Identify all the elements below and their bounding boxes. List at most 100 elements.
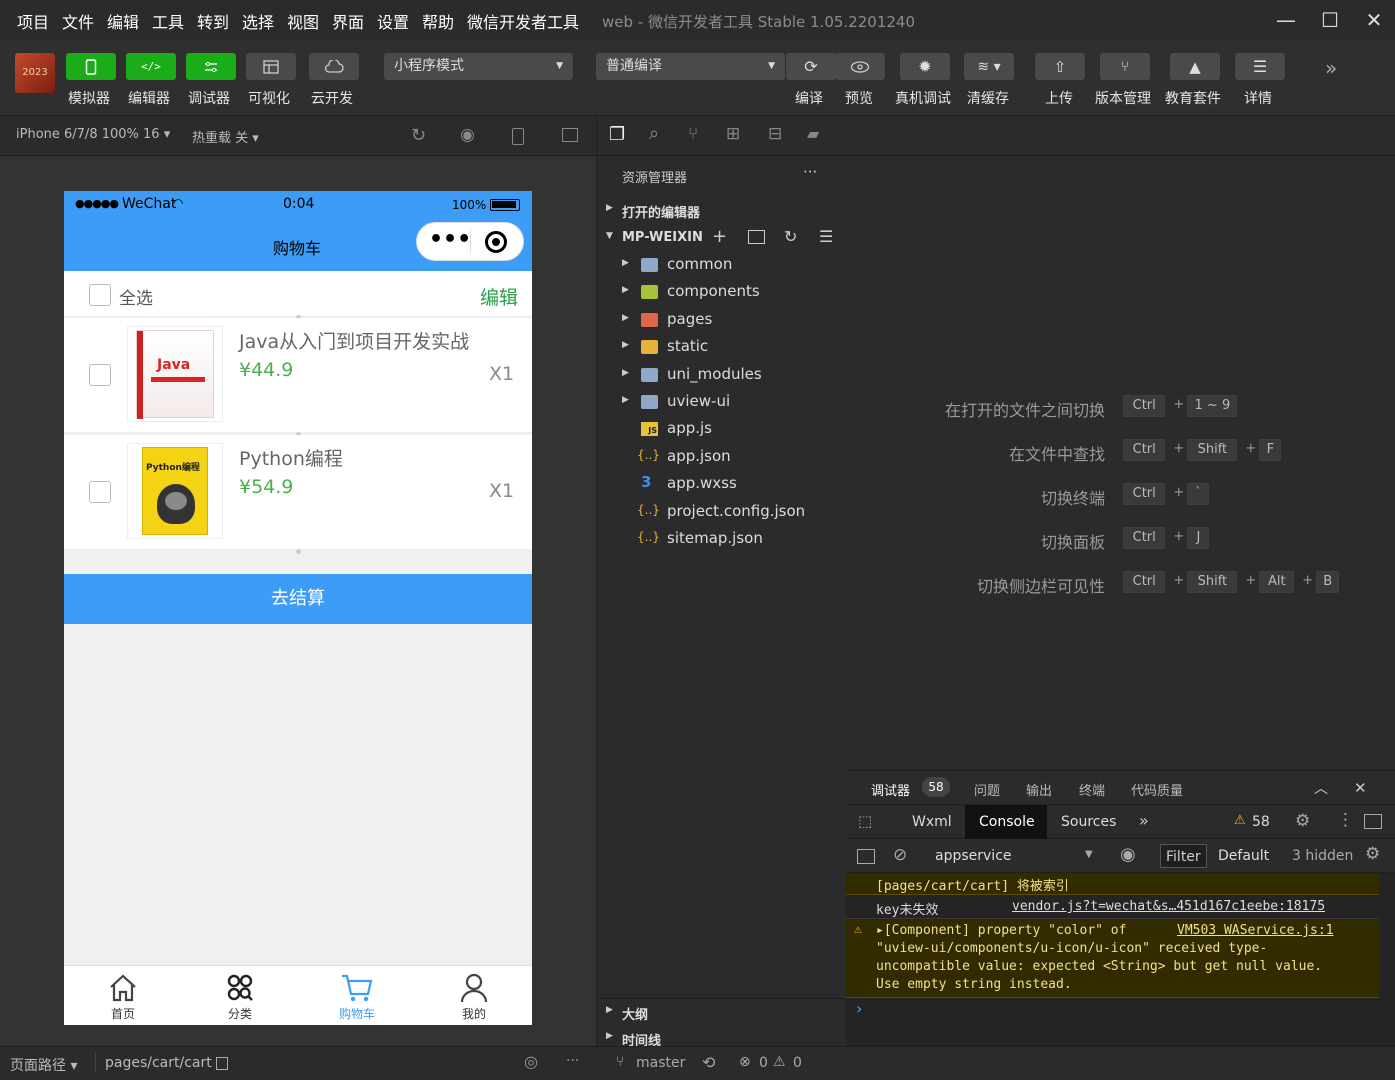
warning-count[interactable]: 0 — [793, 1055, 802, 1071]
subtab-more[interactable]: » — [1139, 811, 1149, 830]
menu-tools[interactable]: 工具 — [152, 9, 184, 33]
refresh-icon[interactable]: ↻ — [784, 227, 797, 246]
copy-icon[interactable] — [216, 1057, 228, 1070]
menu-file[interactable]: 文件 — [62, 9, 94, 33]
kebab-menu-icon[interactable]: ⋮ — [1337, 810, 1354, 830]
clear-console-icon[interactable]: ⊘ — [893, 845, 907, 865]
details-button[interactable]: ☰ — [1235, 53, 1285, 80]
source-control-icon[interactable]: ⑂ — [688, 124, 698, 144]
tab-cart[interactable]: 购物车 — [327, 972, 387, 1024]
minimize-button[interactable]: — — [1272, 6, 1300, 34]
explorer-more-button[interactable]: ··· — [803, 163, 817, 181]
extensions-icon[interactable]: ⊞ — [726, 124, 740, 144]
menu-settings[interactable]: 设置 — [377, 9, 409, 33]
remote-debug-button[interactable]: ✹ — [900, 53, 950, 80]
tree-file[interactable]: {..} sitemap.json — [597, 526, 847, 553]
tab-problems[interactable]: 问题 — [974, 780, 1000, 799]
menu-select[interactable]: 选择 — [242, 9, 274, 33]
item-checkbox[interactable] — [89, 364, 111, 386]
tree-file[interactable]: {..} project.config.json — [597, 499, 847, 526]
hot-reload-select[interactable]: 热重载 关 ▾ — [192, 127, 259, 146]
cloud-button[interactable] — [309, 53, 359, 80]
debugger-toggle-button[interactable] — [186, 53, 236, 80]
checkout-button[interactable]: 去结算 — [64, 574, 532, 624]
project-section[interactable]: ▼ MP-WEIXIN + ↻ ☰ — [597, 226, 847, 250]
device-select[interactable]: iPhone 6/7/8 100% 16 ▾ — [16, 127, 170, 142]
source-link[interactable]: vendor.js?t=wechat&s…451d167c1eebe:18175 — [1012, 899, 1325, 914]
tab-home[interactable]: 首页 — [93, 972, 153, 1024]
menu-goto[interactable]: 转到 — [197, 9, 229, 33]
console-prompt[interactable]: › — [856, 999, 862, 1018]
new-folder-icon[interactable] — [748, 230, 765, 244]
simulator-toggle-button[interactable] — [66, 53, 116, 80]
tree-folder[interactable]: ▶ common — [597, 252, 847, 279]
item-checkbox[interactable] — [89, 481, 111, 503]
warning-count[interactable]: 58 — [1252, 814, 1270, 830]
edu-button[interactable]: ▲ — [1170, 53, 1220, 80]
popout-icon[interactable] — [562, 128, 578, 142]
tab-output[interactable]: 输出 — [1026, 780, 1052, 799]
avatar[interactable]: 2023 — [15, 53, 55, 93]
menu-interface[interactable]: 界面 — [332, 9, 364, 33]
compile-select[interactable]: 普通编译 ▼ — [596, 53, 785, 80]
menu-help[interactable]: 帮助 — [422, 9, 454, 33]
visual-toggle-button[interactable] — [246, 53, 296, 80]
dock-icon[interactable] — [1364, 814, 1382, 829]
filter-input[interactable]: Filter — [1160, 844, 1207, 868]
tree-folder[interactable]: ▶ pages — [597, 307, 847, 334]
storage-icon[interactable]: ⊟ — [768, 124, 782, 144]
files-icon[interactable]: ❐ — [609, 124, 625, 145]
live-expression-icon[interactable]: ◉ — [1120, 844, 1136, 865]
menu-devtools[interactable]: 微信开发者工具 — [467, 9, 579, 33]
edit-link[interactable]: 编辑 — [480, 283, 518, 310]
log-level-select[interactable]: Default — [1218, 848, 1269, 864]
more-button[interactable]: ··· — [566, 1053, 579, 1069]
tree-folder[interactable]: ▶ static — [597, 334, 847, 361]
menu-edit[interactable]: 编辑 — [107, 9, 139, 33]
tree-file[interactable]: 3 app.wxss — [597, 471, 847, 498]
eye-icon[interactable]: ◎ — [524, 1052, 538, 1071]
sync-icon[interactable]: ⟲ — [702, 1053, 715, 1072]
tree-folder[interactable]: ▶ components — [597, 279, 847, 306]
open-editors-section[interactable]: ▶ 打开的编辑器 — [597, 198, 847, 222]
menu-project[interactable]: 项目 — [17, 9, 49, 33]
upload-button[interactable]: ⇧ — [1035, 53, 1085, 80]
more-dots-icon[interactable]: ••• — [429, 227, 471, 252]
collapse-icon[interactable]: ☰ — [819, 227, 833, 246]
select-all-checkbox[interactable] — [89, 284, 111, 306]
tab-terminal[interactable]: 终端 — [1079, 780, 1105, 799]
docker-icon[interactable]: ▰ — [807, 124, 819, 143]
compile-button[interactable]: ⟳ — [786, 53, 836, 80]
tab-code-quality[interactable]: 代码质量 — [1131, 780, 1183, 799]
version-button[interactable]: ⑂ — [1100, 53, 1150, 80]
console-settings-icon[interactable]: ⚙ — [1365, 844, 1380, 864]
tree-folder[interactable]: ▶ uview-ui — [597, 389, 847, 416]
editor-toggle-button[interactable]: </> — [126, 53, 176, 80]
subtab-wxml[interactable]: Wxml — [912, 814, 952, 830]
close-window-button[interactable]: ✕ — [1360, 6, 1388, 34]
tab-debugger[interactable]: 调试器 — [871, 780, 910, 799]
device-icon[interactable] — [512, 128, 524, 145]
tree-folder[interactable]: ▶ uni_modules — [597, 362, 847, 389]
tree-file[interactable]: JS app.js — [597, 416, 847, 443]
cart-item[interactable]: Python编程 Python编程 ¥54.9 X1 — [64, 435, 532, 550]
sidebar-toggle-icon[interactable] — [857, 849, 875, 864]
clear-cache-button[interactable]: ≋ ▾ — [964, 53, 1014, 80]
tab-category[interactable]: 分类 — [210, 972, 270, 1024]
error-count[interactable]: 0 — [759, 1055, 768, 1071]
cart-item[interactable]: Java Java从入门到项目开发实战 ¥44.9 X1 — [64, 318, 532, 433]
subtab-sources[interactable]: Sources — [1061, 814, 1116, 830]
toolbar-more-button[interactable]: » — [1325, 56, 1337, 80]
close-panel-icon[interactable]: ✕ — [1354, 779, 1367, 797]
mode-select[interactable]: 小程序模式 ▼ — [384, 53, 573, 80]
branch-name[interactable]: master — [636, 1055, 685, 1071]
tab-profile[interactable]: 我的 — [444, 972, 504, 1024]
maximize-button[interactable]: ☐ — [1316, 6, 1344, 34]
chevron-up-icon[interactable]: ︿ — [1314, 778, 1328, 798]
stop-icon[interactable]: ◉ — [460, 125, 475, 145]
preview-button[interactable] — [835, 53, 885, 80]
outline-section[interactable]: ▶ 大纲 — [597, 998, 847, 1023]
reload-icon[interactable]: ↻ — [411, 125, 426, 146]
menu-view[interactable]: 视图 — [287, 9, 319, 33]
source-link[interactable]: VM503 WAService.js:1 — [1177, 923, 1334, 938]
